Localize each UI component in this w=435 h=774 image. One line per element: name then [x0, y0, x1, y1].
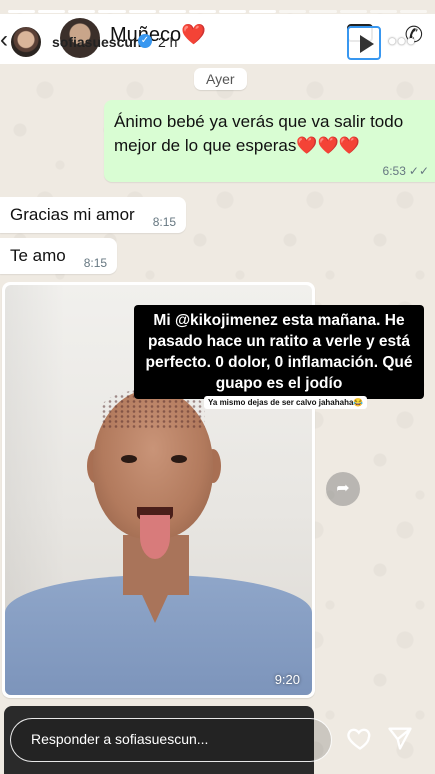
eye	[171, 455, 187, 463]
incoming-message: Gracias mi amor 8:15	[0, 197, 187, 233]
eye	[121, 455, 137, 463]
progress-segment	[158, 10, 186, 13]
progress-segment	[218, 10, 247, 13]
read-ticks-icon: ✓✓	[408, 164, 429, 178]
forward-icon[interactable]: ➦	[326, 472, 360, 506]
message-time: 6:53	[382, 164, 406, 178]
story-subcaption: Ya mismo dejas de ser calvo jahahaha😂	[204, 396, 368, 409]
outgoing-message: Ánimo bebé ya verás que va salir todo me…	[104, 100, 435, 182]
message-time: 8:15	[83, 256, 108, 270]
incoming-message: Te amo 8:15	[0, 238, 118, 274]
progress-segment	[38, 10, 66, 13]
progress-segment	[128, 10, 156, 13]
play-icon[interactable]	[347, 26, 381, 60]
v-neck	[133, 575, 177, 623]
progress-segment	[279, 10, 307, 13]
story-caption: Mi @kikojimenez esta mañana. He pasado h…	[134, 305, 424, 399]
progress-segment	[68, 10, 96, 13]
tongue	[140, 515, 170, 559]
message-text: Te amo	[10, 246, 66, 265]
progress-segment	[369, 10, 397, 13]
message-time: 8:15	[152, 215, 177, 229]
progress-segment	[8, 10, 36, 13]
progress-segment	[309, 10, 337, 13]
send-icon[interactable]	[386, 724, 414, 752]
story-screen: ‹ 18 Muñeco❤️ ✆ sofiasuescun ✓ 2 h ••• A…	[0, 0, 435, 774]
story-username[interactable]: sofiasuescun	[52, 34, 141, 50]
message-text: Ánimo bebé ya verás que va salir todo me…	[114, 112, 404, 155]
progress-segment	[188, 10, 216, 13]
verified-badge-icon: ✓	[138, 34, 152, 48]
story-time: 2 h	[158, 34, 178, 50]
progress-segment	[249, 10, 277, 13]
reply-field[interactable]: Responder a sofiasuescun...	[10, 718, 332, 762]
story-progress-bar	[8, 10, 427, 13]
progress-segment	[399, 10, 427, 13]
message-text: Gracias mi amor	[10, 205, 135, 224]
progress-segment	[339, 10, 367, 13]
more-options-icon[interactable]: •••	[388, 28, 416, 56]
heart-icon[interactable]	[346, 724, 374, 752]
avatar[interactable]	[10, 26, 42, 58]
image-time: 9:20	[274, 672, 300, 687]
progress-segment	[98, 10, 126, 13]
date-separator: Ayer	[194, 68, 247, 90]
reply-placeholder: Responder a sofiasuescun...	[31, 731, 209, 747]
message-meta: 6:53 ✓✓	[383, 164, 429, 178]
